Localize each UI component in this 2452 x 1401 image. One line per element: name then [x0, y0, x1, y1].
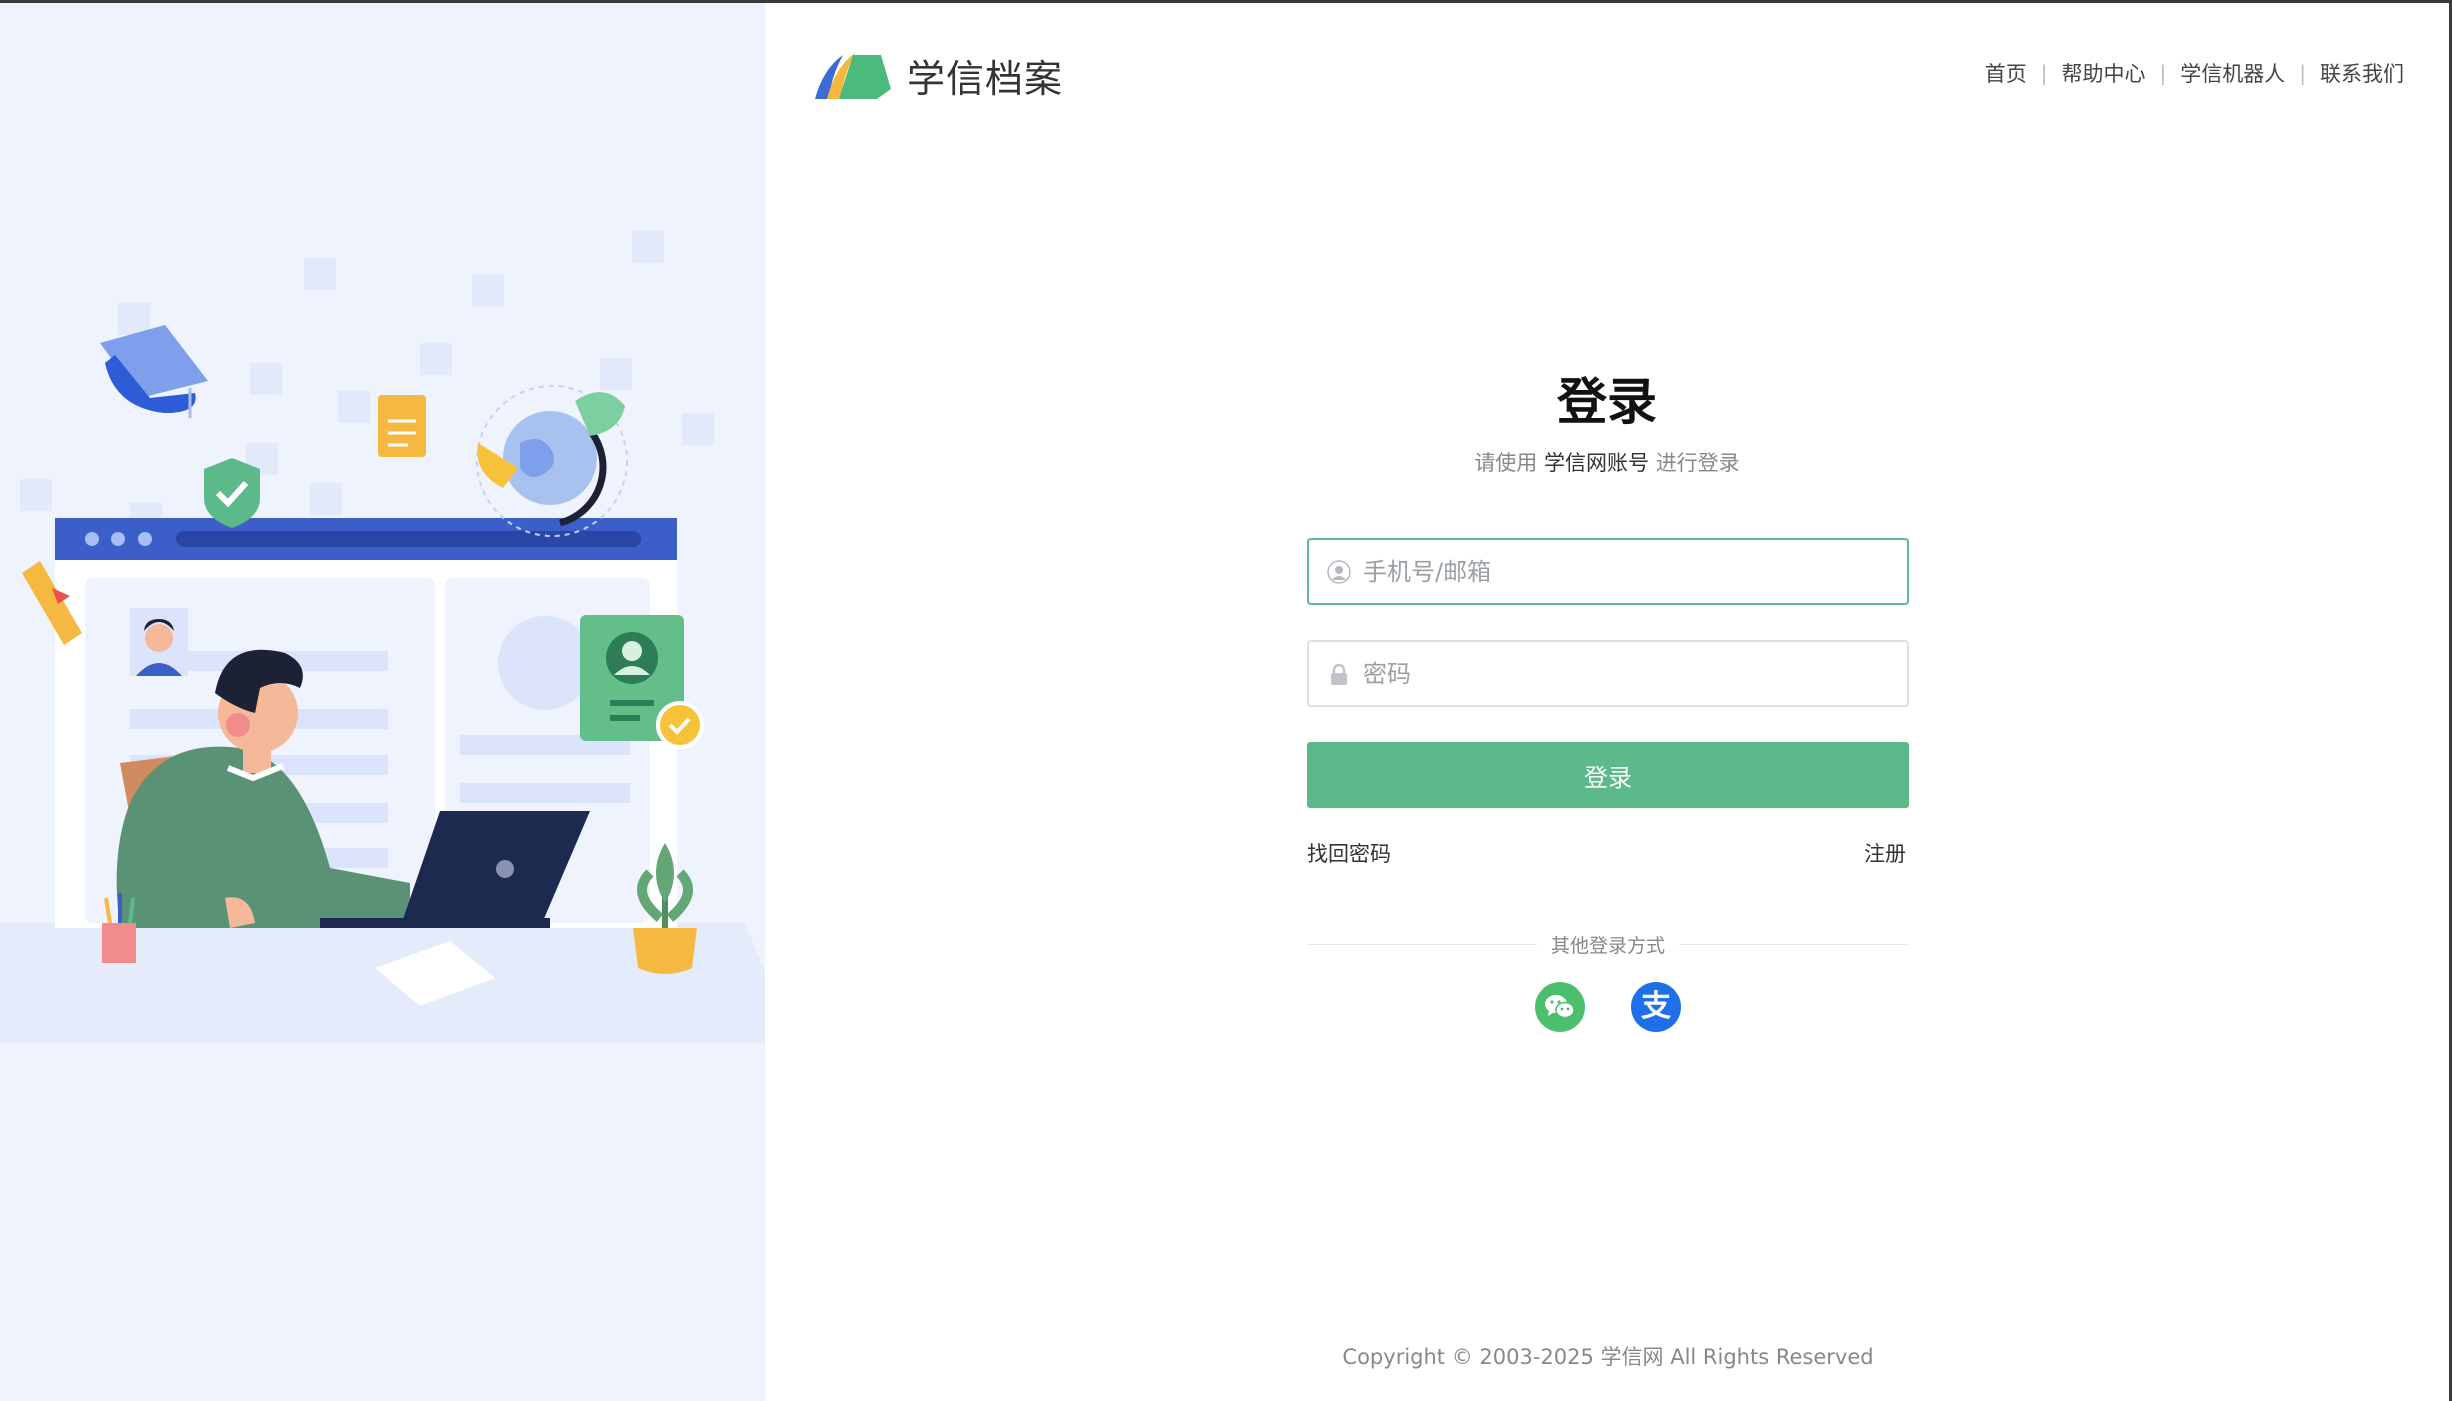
- nav-separator: |: [2159, 61, 2167, 85]
- subtitle-suffix: 进行登录: [1655, 451, 1740, 475]
- nav-chatbot[interactable]: 学信机器人: [2180, 58, 2285, 88]
- nav-separator: |: [2040, 61, 2048, 85]
- password-field[interactable]: [1307, 640, 1909, 707]
- lock-icon: [1327, 662, 1351, 686]
- password-input[interactable]: [1361, 641, 1907, 706]
- username-field[interactable]: [1307, 538, 1909, 605]
- login-subtitle: 请使用 学信网账号 进行登录: [1307, 447, 1907, 477]
- site-logo[interactable]: 学信档案: [813, 40, 1063, 110]
- login-button[interactable]: 登录: [1307, 742, 1909, 808]
- wechat-login-button[interactable]: [1535, 982, 1585, 1032]
- alipay-icon: 支: [1641, 989, 1671, 1024]
- login-title: 登录: [1557, 373, 1657, 431]
- register-link[interactable]: 注册: [1864, 838, 1906, 868]
- alipay-login-button[interactable]: 支: [1631, 982, 1681, 1032]
- other-login-methods-label: 其他登录方式: [1550, 935, 1665, 957]
- graduation-cap-icon: [100, 325, 208, 418]
- divider-left: [1307, 944, 1537, 945]
- user-icon: [1327, 559, 1351, 584]
- nav-separator: |: [2299, 61, 2306, 85]
- subtitle-account: 学信网账号: [1544, 451, 1649, 475]
- copyright-footer: Copyright © 2003-2025 学信网 All Rights Res…: [1342, 1345, 1874, 1369]
- logo-icon: [815, 53, 891, 99]
- nav-contact-us[interactable]: 联系我们: [2320, 58, 2404, 88]
- forgot-password-link[interactable]: 找回密码: [1307, 838, 1391, 868]
- username-input[interactable]: [1361, 539, 1907, 604]
- education-illustration: [0, 231, 765, 1043]
- illustration-panel: [0, 3, 765, 1401]
- subtitle-prefix: 请使用: [1474, 451, 1538, 475]
- nav-help-center[interactable]: 帮助中心: [2062, 58, 2146, 88]
- logo-text: 学信档案: [907, 56, 1064, 101]
- divider-right: [1679, 944, 1909, 945]
- wechat-icon: [1545, 995, 1575, 1019]
- nav-home[interactable]: 首页: [1985, 58, 2027, 88]
- top-nav: 首页 | 帮助中心 | 学信机器人 | 联系我们: [1985, 58, 2404, 88]
